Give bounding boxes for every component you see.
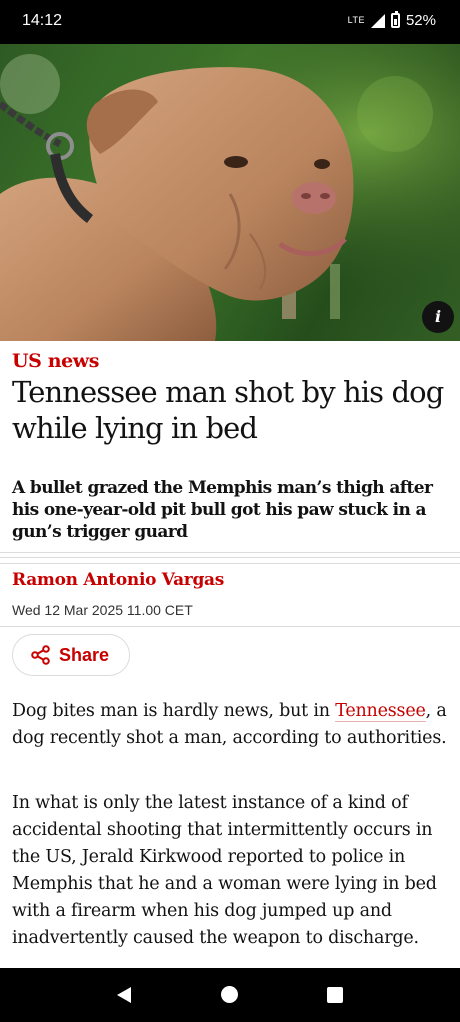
share-icon (31, 645, 50, 665)
hero-image[interactable]: i (0, 44, 460, 341)
headline: Tennessee man shot by his dog while lyin… (12, 375, 444, 445)
divider (0, 552, 460, 553)
divider (0, 626, 460, 627)
status-bar: 14:12 LTE 52% (0, 0, 460, 44)
paragraph-text: Dog bites man is hardly news, but in (12, 701, 336, 721)
image-info-button[interactable]: i (422, 301, 454, 333)
back-icon[interactable] (117, 987, 131, 1003)
status-time: 14:12 (22, 12, 63, 29)
tennessee-link[interactable]: Tennessee (335, 701, 426, 722)
system-nav-bar (0, 968, 460, 1022)
divider (0, 563, 460, 564)
body-paragraph: Dog bites man is hardly news, but in Ten… (12, 698, 452, 752)
share-label: Share (59, 644, 110, 665)
section-label[interactable]: US news (12, 350, 99, 372)
status-icons: LTE 52% (347, 11, 436, 29)
divider (0, 557, 460, 558)
dog-photo (0, 44, 460, 341)
publish-date: Wed 12 Mar 2025 11.00 CET (12, 602, 193, 618)
battery-level: 52% (405, 12, 436, 29)
share-button[interactable]: Share (12, 634, 130, 676)
standfirst: A bullet grazed the Memphis man’s thigh … (12, 478, 433, 542)
network-type: LTE (347, 15, 365, 25)
body-paragraph: In what is only the latest instance of a… (12, 793, 437, 948)
recent-apps-icon[interactable] (327, 987, 343, 1003)
battery-icon (390, 11, 400, 28)
byline[interactable]: Ramon Antonio Vargas (12, 570, 224, 590)
signal-icon (370, 13, 385, 28)
home-icon[interactable] (221, 986, 238, 1003)
